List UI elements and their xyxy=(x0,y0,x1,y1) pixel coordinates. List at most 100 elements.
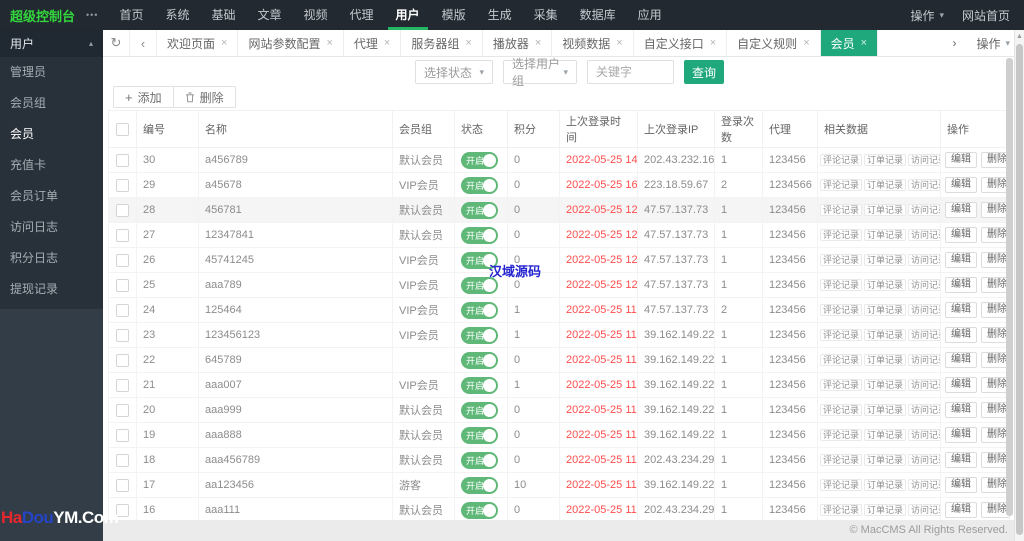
related-record-button[interactable]: 订单记录 xyxy=(864,154,906,166)
sidebar-menu-item[interactable]: 充值卡 xyxy=(0,150,103,181)
tab[interactable]: 视频数据 × xyxy=(552,30,633,56)
row-action-button[interactable]: 编辑 xyxy=(945,202,977,218)
related-record-button[interactable]: 访问记录 xyxy=(908,404,940,416)
status-toggle[interactable]: 开启 xyxy=(461,402,498,419)
related-record-button[interactable]: 评论记录 xyxy=(820,329,862,341)
related-record-button[interactable]: 访问记录 xyxy=(908,454,940,466)
status-toggle[interactable]: 开启 xyxy=(461,227,498,244)
status-toggle[interactable]: 开启 xyxy=(461,452,498,469)
sidebar-menu-item[interactable]: 管理员 xyxy=(0,57,103,88)
sidebar-section-header[interactable]: 用户 ▴ xyxy=(0,30,103,57)
sidebar-menu-item[interactable]: 会员组 xyxy=(0,88,103,119)
related-record-button[interactable]: 访问记录 xyxy=(908,154,940,166)
status-toggle[interactable]: 开启 xyxy=(461,477,498,494)
tab-close-icon[interactable]: × xyxy=(384,37,390,49)
related-record-button[interactable]: 订单记录 xyxy=(864,504,906,516)
topbar-nav-item[interactable]: 数据库 xyxy=(569,0,627,30)
more-dots-icon[interactable]: ••• xyxy=(86,10,98,20)
related-record-button[interactable]: 订单记录 xyxy=(864,479,906,491)
row-checkbox[interactable] xyxy=(116,154,129,167)
status-toggle[interactable]: 开启 xyxy=(461,352,498,369)
related-record-button[interactable]: 访问记录 xyxy=(908,329,940,341)
topbar-nav-item[interactable]: 视频 xyxy=(293,0,339,30)
related-record-button[interactable]: 访问记录 xyxy=(908,254,940,266)
related-record-button[interactable]: 评论记录 xyxy=(820,229,862,241)
row-action-button[interactable]: 编辑 xyxy=(945,277,977,293)
related-record-button[interactable]: 评论记录 xyxy=(820,479,862,491)
related-record-button[interactable]: 评论记录 xyxy=(820,504,862,516)
related-record-button[interactable]: 订单记录 xyxy=(864,429,906,441)
user-group-select[interactable]: 选择用户组 ▾ xyxy=(503,60,577,84)
related-record-button[interactable]: 订单记录 xyxy=(864,379,906,391)
related-record-button[interactable]: 评论记录 xyxy=(820,279,862,291)
tab-close-icon[interactable]: × xyxy=(710,37,716,49)
row-action-button[interactable]: 编辑 xyxy=(945,402,977,418)
related-record-button[interactable]: 订单记录 xyxy=(864,304,906,316)
sidebar-menu-item[interactable]: 访问日志 xyxy=(0,212,103,243)
related-record-button[interactable]: 订单记录 xyxy=(864,279,906,291)
tab[interactable]: 会员 × xyxy=(821,30,878,56)
related-record-button[interactable]: 评论记录 xyxy=(820,254,862,266)
tabs-scroll-left-icon[interactable]: ‹ xyxy=(130,30,157,56)
related-record-button[interactable]: 订单记录 xyxy=(864,454,906,466)
topbar-nav-item[interactable]: 应用 xyxy=(627,0,673,30)
row-checkbox[interactable] xyxy=(116,204,129,217)
row-action-button[interactable]: 编辑 xyxy=(945,177,977,193)
scrollbar-up-arrow-icon[interactable]: ▲ xyxy=(1015,30,1024,43)
tab-close-icon[interactable]: × xyxy=(803,37,809,49)
related-record-button[interactable]: 订单记录 xyxy=(864,229,906,241)
tab-close-icon[interactable]: × xyxy=(221,37,227,49)
related-record-button[interactable]: 访问记录 xyxy=(908,229,940,241)
site-home-link[interactable]: 网站首页 xyxy=(962,7,1010,24)
related-record-button[interactable]: 访问记录 xyxy=(908,479,940,491)
related-record-button[interactable]: 访问记录 xyxy=(908,304,940,316)
tab[interactable]: 欢迎页面 × xyxy=(157,30,238,56)
topbar-action-dropdown[interactable]: 操作 ▾ xyxy=(910,7,944,24)
row-action-button[interactable]: 编辑 xyxy=(945,327,977,343)
page-scrollbar-thumb[interactable] xyxy=(1016,44,1023,535)
sidebar-menu-item[interactable]: 提现记录 xyxy=(0,274,103,305)
related-record-button[interactable]: 访问记录 xyxy=(908,379,940,391)
row-checkbox[interactable] xyxy=(116,304,129,317)
status-toggle[interactable]: 开启 xyxy=(461,427,498,444)
topbar-nav-item[interactable]: 采集 xyxy=(523,0,569,30)
row-action-button[interactable]: 编辑 xyxy=(945,302,977,318)
related-record-button[interactable]: 访问记录 xyxy=(908,429,940,441)
row-checkbox[interactable] xyxy=(116,279,129,292)
table-scrollbar[interactable] xyxy=(1006,58,1013,516)
related-record-button[interactable]: 评论记录 xyxy=(820,179,862,191)
related-record-button[interactable]: 订单记录 xyxy=(864,204,906,216)
row-action-button[interactable]: 编辑 xyxy=(945,477,977,493)
related-record-button[interactable]: 评论记录 xyxy=(820,429,862,441)
tab-close-icon[interactable]: × xyxy=(861,37,867,49)
select-all-checkbox[interactable] xyxy=(116,123,129,136)
tab[interactable]: 自定义规则 × xyxy=(727,30,820,56)
sidebar-menu-item[interactable]: 积分日志 xyxy=(0,243,103,274)
row-action-button[interactable]: 编辑 xyxy=(945,427,977,443)
row-checkbox[interactable] xyxy=(116,179,129,192)
topbar-nav-item[interactable]: 用户 xyxy=(385,0,431,30)
sidebar-menu-item[interactable]: 会员 xyxy=(0,119,103,150)
row-checkbox[interactable] xyxy=(116,229,129,242)
row-checkbox[interactable] xyxy=(116,429,129,442)
related-record-button[interactable]: 评论记录 xyxy=(820,354,862,366)
row-action-button[interactable]: 编辑 xyxy=(945,352,977,368)
tab[interactable]: 代理 × xyxy=(344,30,401,56)
related-record-button[interactable]: 评论记录 xyxy=(820,204,862,216)
related-record-button[interactable]: 订单记录 xyxy=(864,329,906,341)
related-record-button[interactable]: 订单记录 xyxy=(864,254,906,266)
related-record-button[interactable]: 评论记录 xyxy=(820,454,862,466)
tab[interactable]: 网站参数配置 × xyxy=(238,30,343,56)
row-checkbox[interactable] xyxy=(116,254,129,267)
tab-close-icon[interactable]: × xyxy=(326,37,332,49)
topbar-nav-item[interactable]: 生成 xyxy=(477,0,523,30)
topbar-nav-item[interactable]: 模版 xyxy=(431,0,477,30)
related-record-button[interactable]: 评论记录 xyxy=(820,379,862,391)
status-toggle[interactable]: 开启 xyxy=(461,202,498,219)
related-record-button[interactable]: 访问记录 xyxy=(908,279,940,291)
status-toggle[interactable]: 开启 xyxy=(461,302,498,319)
sidebar-menu-item[interactable]: 会员订单 xyxy=(0,181,103,212)
row-action-button[interactable]: 编辑 xyxy=(945,252,977,268)
related-record-button[interactable]: 订单记录 xyxy=(864,354,906,366)
row-action-button[interactable]: 编辑 xyxy=(945,227,977,243)
